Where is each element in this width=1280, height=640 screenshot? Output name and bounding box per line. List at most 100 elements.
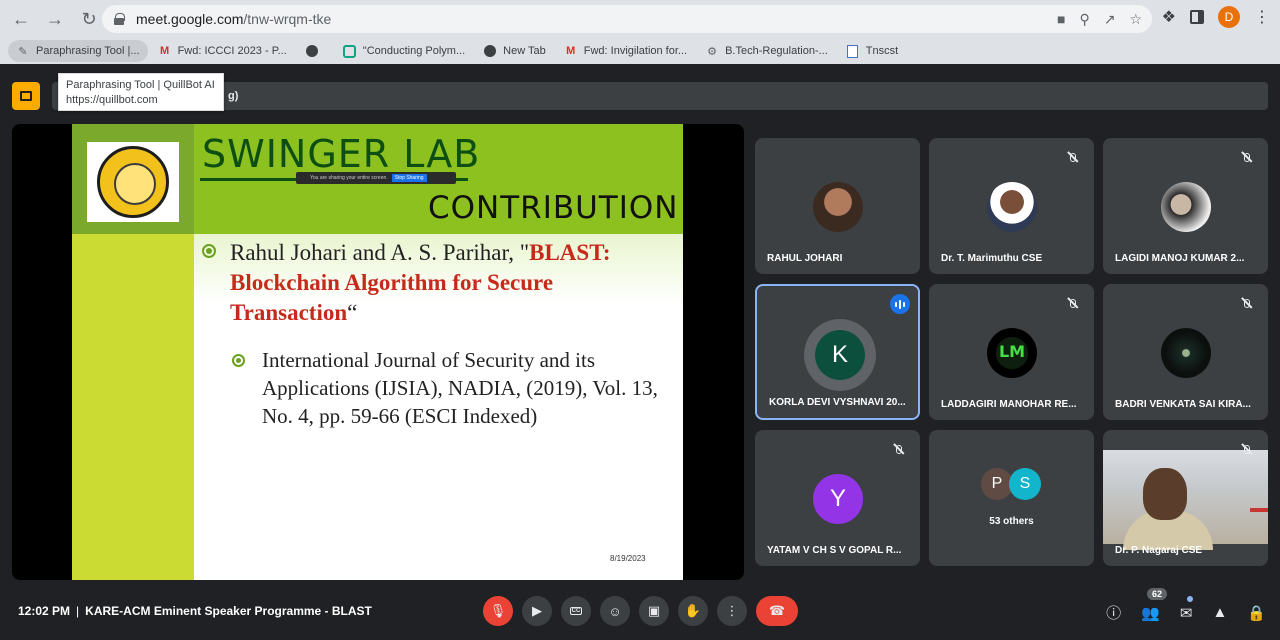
gear-icon: ⚙ [707,45,718,58]
emoji-icon: ☺ [608,603,622,619]
profile-avatar[interactable]: D [1218,6,1240,28]
journal-text: International Journal of Security and it… [262,348,658,428]
side-panel-icon[interactable] [1190,10,1204,24]
participant-video [1103,450,1268,550]
leave-call-button[interactable]: ☎ [756,596,798,626]
participant-tile[interactable]: Dr. P. Nagaraj CSE [1103,430,1268,566]
participant-count-badge: 62 [1147,588,1168,600]
participant-photo [1161,328,1211,378]
sheet-icon [846,44,860,58]
participant-tile[interactable]: LAGIDI MANOJ KUMAR 2... [1103,138,1268,274]
bookmark-star-icon[interactable]: ☆ [1129,11,1142,28]
participant-tile[interactable]: Dr. T. Marimuthu CSE [929,138,1094,274]
presentation-toggle-button[interactable] [12,82,40,110]
bullet-icon [202,244,216,258]
presentation-off-icon [20,91,32,101]
bookmark-paraphrasing[interactable]: ✎ Paraphrasing Tool |... [8,40,148,62]
chat-icon[interactable]: ✉ [1180,604,1193,622]
slide: SWINGER LAB You are sharing your entire … [72,124,683,580]
mic-toggle-button[interactable]: 🎙 [483,596,513,626]
raise-hand-button[interactable]: ✋ [678,596,708,626]
participant-photo: LM [987,328,1037,378]
slide-date: 8/19/2023 [610,554,646,563]
others-tile[interactable]: P S 53 others [929,430,1094,566]
video-camera-icon: ▶ [532,603,542,618]
bookmark-fwd-iccci[interactable]: M Fwd: ICCCI 2023 - P... [150,40,295,62]
captions-icon: CC [569,607,583,615]
emoji-button[interactable]: ☺ [600,596,630,626]
bookmarks-bar: ✎ Paraphrasing Tool |... M Fwd: ICCCI 2023… [0,38,1280,64]
avatar: S [1009,468,1041,500]
mic-off-icon [890,440,908,458]
globe-icon [305,44,319,58]
captions-button[interactable]: CC [561,596,591,626]
university-logo [87,142,179,222]
menu-kebab-icon[interactable]: ⋮ [1254,7,1270,27]
presentation-view: SWINGER LAB You are sharing your entire … [12,124,744,580]
speaking-indicator-icon [890,294,910,314]
zoom-icon[interactable]: ⚲ [1079,11,1089,28]
others-count: 53 others [989,516,1034,527]
stop-sharing-button[interactable]: Stop Sharing [391,174,427,182]
reference-text: Rahul Johari and A. S. Parihar, "BLAST: … [230,240,611,325]
mic-off-icon [1238,440,1256,458]
mic-off-icon [1238,148,1256,166]
chatgpt-icon [343,44,357,58]
address-bar[interactable]: meet.google.com/tnw-wrqm-tke ■ ⚲ ↗ ☆ [102,5,1152,33]
meeting-controls-bar: 12:02 PM | KARE-ACM Eminent Speaker Progra… [0,588,1280,640]
extensions-icon[interactable]: ❖ [1162,7,1176,27]
presenting-banner: g) [52,82,1268,110]
participant-tile[interactable]: LM LADDAGIRI MANOHAR RE... [929,284,1094,420]
gmail-icon: M [566,45,576,57]
bookmark-tooltip: Paraphrasing Tool | QuillBot AI https://… [58,73,224,111]
hang-up-icon: ☎ [768,603,786,618]
participant-photo [1161,182,1211,232]
bookmark-fwd-invigilation[interactable]: M Fwd: Invigilation for... [556,40,695,62]
host-controls-icon[interactable]: 🔒 [1247,604,1266,622]
bookmark-btech[interactable]: ⚙ B.Tech-Regulation-... [697,40,836,62]
avatar: Y [813,474,863,524]
back-arrow-icon[interactable]: ← [6,4,36,34]
bookmark-tnscst[interactable]: Tnscst [838,40,906,62]
bookmark-globe[interactable] [297,40,333,62]
camera-toggle-button[interactable]: ▶ [522,596,552,626]
participant-photo [813,182,863,232]
slide-left-strip [72,234,194,580]
pen-icon: ✎ [18,45,28,58]
globe-icon [483,44,497,58]
slide-title: SWINGER LAB [202,132,481,176]
slide-logo-area [72,124,194,234]
mic-off-icon [1064,294,1082,312]
avatar: K [815,330,865,380]
meet-area: Paraphrasing Tool | QuillBot AI https://… [0,64,1280,640]
reload-icon[interactable]: ↻ [74,4,104,34]
forward-arrow-icon[interactable]: → [40,4,70,34]
present-button[interactable]: ▣ [639,596,669,626]
bookmark-conducting[interactable]: "Conducting Polym... [335,40,473,62]
activities-icon[interactable]: ▲ [1212,604,1227,621]
info-icon[interactable]: ⓘ [1106,602,1121,623]
bullet-icon [232,354,245,367]
meeting-info: 12:02 PM | KARE-ACM Eminent Speaker Progra… [18,604,372,618]
bookmark-new-tab[interactable]: New Tab [475,40,554,62]
more-vert-icon: ⋮ [725,603,739,618]
participant-tile[interactable]: RAHUL JOHARI [755,138,920,274]
more-options-button[interactable]: ⋮ [717,596,747,626]
people-icon[interactable]: 👥 [1141,604,1160,622]
mic-off-icon: 🎙 [489,603,507,618]
mic-off-icon [1238,294,1256,312]
lock-icon [114,13,125,25]
hand-icon: ✋ [684,603,702,618]
screen-share-bar: You are sharing your entire screen. Stop… [296,172,456,184]
participant-tile-active[interactable]: K KORLA DEVI VYSHNAVI 20... [755,284,920,420]
gmail-icon: M [159,45,170,57]
slide-subtitle: CONTRIBUTION [428,190,679,226]
mic-off-icon [1064,148,1082,166]
camera-icon[interactable]: ■ [1057,11,1065,27]
participant-photo [987,182,1037,232]
url-text[interactable]: meet.google.com/tnw-wrqm-tke [136,11,331,27]
participant-tile[interactable]: BADRI VENKATA SAI KIRA... [1103,284,1268,420]
browser-toolbar: ← → ↻ meet.google.com/tnw-wrqm-tke ■ ⚲ ↗… [0,0,1280,38]
participant-tile[interactable]: Y YATAM V CH S V GOPAL R... [755,430,920,566]
share-icon[interactable]: ↗ [1104,11,1116,28]
